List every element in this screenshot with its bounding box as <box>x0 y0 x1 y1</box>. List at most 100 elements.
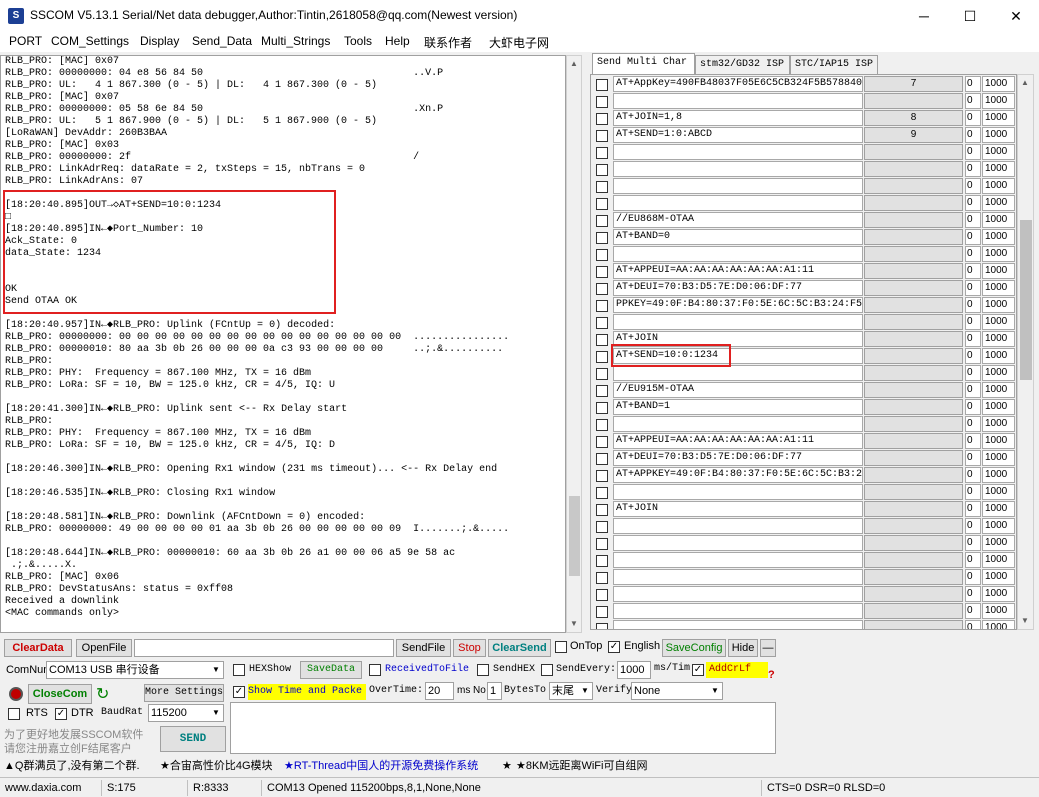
multi-row-order-input[interactable]: 0 <box>965 501 981 517</box>
ad-qq-group[interactable]: ▲Q群满员了,没有第二个群. <box>4 757 140 775</box>
multi-row-text-input[interactable]: //EU915M-OTAA <box>613 382 863 398</box>
multi-row-text-input[interactable]: PPKEY=49:0F:B4:80:37:F0:5E:6C:5C:B3:24:F… <box>613 297 863 313</box>
multi-row-send-button[interactable] <box>864 93 963 109</box>
multi-row-send-button[interactable] <box>864 314 963 330</box>
ad-4g-module[interactable]: ★合宙高性价比4G模块 <box>160 757 273 775</box>
multi-row-delay-input[interactable]: 1000 <box>982 569 1015 585</box>
multi-row-checkbox[interactable] <box>596 521 608 533</box>
multi-row-order-input[interactable]: 0 <box>965 314 981 330</box>
multi-row-checkbox[interactable] <box>596 402 608 414</box>
multi-row-delay-input[interactable]: 1000 <box>982 620 1015 629</box>
multi-row-delay-input[interactable]: 1000 <box>982 552 1015 568</box>
file-path-input[interactable] <box>134 639 394 657</box>
verify-select[interactable]: None ▼ <box>631 682 723 700</box>
multi-row-order-input[interactable]: 0 <box>965 552 981 568</box>
multi-row-text-input[interactable] <box>613 314 863 330</box>
multi-row-delay-input[interactable]: 1000 <box>982 365 1015 381</box>
multi-row-delay-input[interactable]: 1000 <box>982 161 1015 177</box>
multi-row-text-input[interactable]: AT+APPEUI=AA:AA:AA:AA:AA:AA:A1:11 <box>613 433 863 449</box>
multi-row-text-input[interactable] <box>613 552 863 568</box>
multi-row-checkbox[interactable] <box>596 283 608 295</box>
multi-scroll-thumb[interactable] <box>1020 220 1032 380</box>
multi-row-order-input[interactable]: 0 <box>965 127 981 143</box>
refresh-icon[interactable]: ↻ <box>96 684 109 704</box>
rts-checkbox[interactable] <box>8 708 20 720</box>
multi-row-text-input[interactable] <box>613 586 863 602</box>
multi-row-send-button[interactable] <box>864 586 963 602</box>
send-text-input[interactable] <box>230 702 776 754</box>
multi-row-send-button[interactable] <box>864 382 963 398</box>
multi-row-send-button[interactable]: 8 <box>864 110 963 126</box>
baud-select[interactable]: 115200 ▼ <box>148 704 224 722</box>
multi-row-delay-input[interactable]: 1000 <box>982 603 1015 619</box>
menu-port[interactable]: PORT <box>9 34 42 48</box>
multi-row-order-input[interactable]: 0 <box>965 467 981 483</box>
maximize-button[interactable]: ☐ <box>947 0 993 32</box>
multi-row-delay-input[interactable]: 1000 <box>982 382 1015 398</box>
send-button[interactable]: SEND <box>160 726 226 752</box>
multi-row-text-input[interactable] <box>613 161 863 177</box>
sendhex-checkbox[interactable] <box>477 664 489 676</box>
multi-row-order-input[interactable]: 0 <box>965 76 981 92</box>
multi-row-checkbox[interactable] <box>596 385 608 397</box>
scroll-up-icon[interactable]: ▲ <box>1018 75 1032 91</box>
dtr-checkbox[interactable]: ✓ <box>55 708 67 720</box>
multi-row-order-input[interactable]: 0 <box>965 518 981 534</box>
multi-row-send-button[interactable] <box>864 501 963 517</box>
multi-row-checkbox[interactable] <box>596 164 608 176</box>
multi-row-send-button[interactable] <box>864 552 963 568</box>
menu-multi-strings[interactable]: Multi_Strings <box>261 34 330 48</box>
multi-row-text-input[interactable] <box>613 484 863 500</box>
multi-row-checkbox[interactable] <box>596 79 608 91</box>
multi-row-order-input[interactable]: 0 <box>965 433 981 449</box>
multi-row-delay-input[interactable]: 1000 <box>982 467 1015 483</box>
multi-row-order-input[interactable]: 0 <box>965 280 981 296</box>
multi-row-delay-input[interactable]: 1000 <box>982 518 1015 534</box>
bytes-to-select[interactable]: 末尾 ▼ <box>549 682 593 700</box>
multi-row-send-button[interactable] <box>864 280 963 296</box>
menu-help[interactable]: Help <box>385 34 410 48</box>
send-file-button[interactable]: SendFile <box>396 639 451 657</box>
multi-row-order-input[interactable]: 0 <box>965 263 981 279</box>
tab-send-multi-char[interactable]: Send Multi Char <box>592 53 695 74</box>
menu-display[interactable]: Display <box>140 34 179 48</box>
multi-row-send-button[interactable]: 9 <box>864 127 963 143</box>
multi-row-checkbox[interactable] <box>596 317 608 329</box>
multi-row-text-input[interactable]: AT+BAND=0 <box>613 229 863 245</box>
multi-row-order-input[interactable]: 0 <box>965 161 981 177</box>
multi-row-send-button[interactable] <box>864 416 963 432</box>
multi-row-delay-input[interactable]: 1000 <box>982 331 1015 347</box>
multi-row-order-input[interactable]: 0 <box>965 331 981 347</box>
more-settings-button[interactable]: More Settings <box>144 684 224 702</box>
multi-row-text-input[interactable] <box>613 93 863 109</box>
multi-row-checkbox[interactable] <box>596 419 608 431</box>
multi-row-send-button[interactable] <box>864 603 963 619</box>
multi-row-delay-input[interactable]: 1000 <box>982 93 1015 109</box>
clear-data-button[interactable]: ClearData <box>4 639 72 657</box>
multi-row-send-button[interactable]: 7 <box>864 76 963 92</box>
multi-row-send-button[interactable] <box>864 144 963 160</box>
menu-send-data[interactable]: Send_Data <box>192 34 252 48</box>
overtime-input[interactable]: 20 <box>425 682 454 700</box>
multi-row-order-input[interactable]: 0 <box>965 365 981 381</box>
multi-row-delay-input[interactable]: 1000 <box>982 178 1015 194</box>
multi-row-text-input[interactable]: AT+DEUI=70:B3:D5:7E:D0:06:DF:77 <box>613 450 863 466</box>
menu-contact-author[interactable]: 联系作者 <box>424 34 472 51</box>
log-scroll-thumb[interactable] <box>569 496 580 576</box>
multi-row-send-button[interactable] <box>864 195 963 211</box>
help-question-icon[interactable]: ? <box>768 669 775 681</box>
multi-row-delay-input[interactable]: 1000 <box>982 348 1015 364</box>
multi-row-text-input[interactable]: //EU868M-OTAA <box>613 212 863 228</box>
multi-row-text-input[interactable]: AT+BAND=1 <box>613 399 863 415</box>
multi-row-text-input[interactable]: AT+SEND=1:0:ABCD <box>613 127 863 143</box>
multi-row-order-input[interactable]: 0 <box>965 382 981 398</box>
multi-row-delay-input[interactable]: 1000 <box>982 195 1015 211</box>
send-every-input[interactable]: 1000 <box>617 661 651 679</box>
multi-row-order-input[interactable]: 0 <box>965 484 981 500</box>
hexshow-checkbox[interactable] <box>233 664 245 676</box>
multi-row-delay-input[interactable]: 1000 <box>982 246 1015 262</box>
multi-row-delay-input[interactable]: 1000 <box>982 229 1015 245</box>
multi-row-text-input[interactable] <box>613 178 863 194</box>
addcrlf-checkbox[interactable]: ✓ <box>692 664 704 676</box>
multi-row-checkbox[interactable] <box>596 555 608 567</box>
